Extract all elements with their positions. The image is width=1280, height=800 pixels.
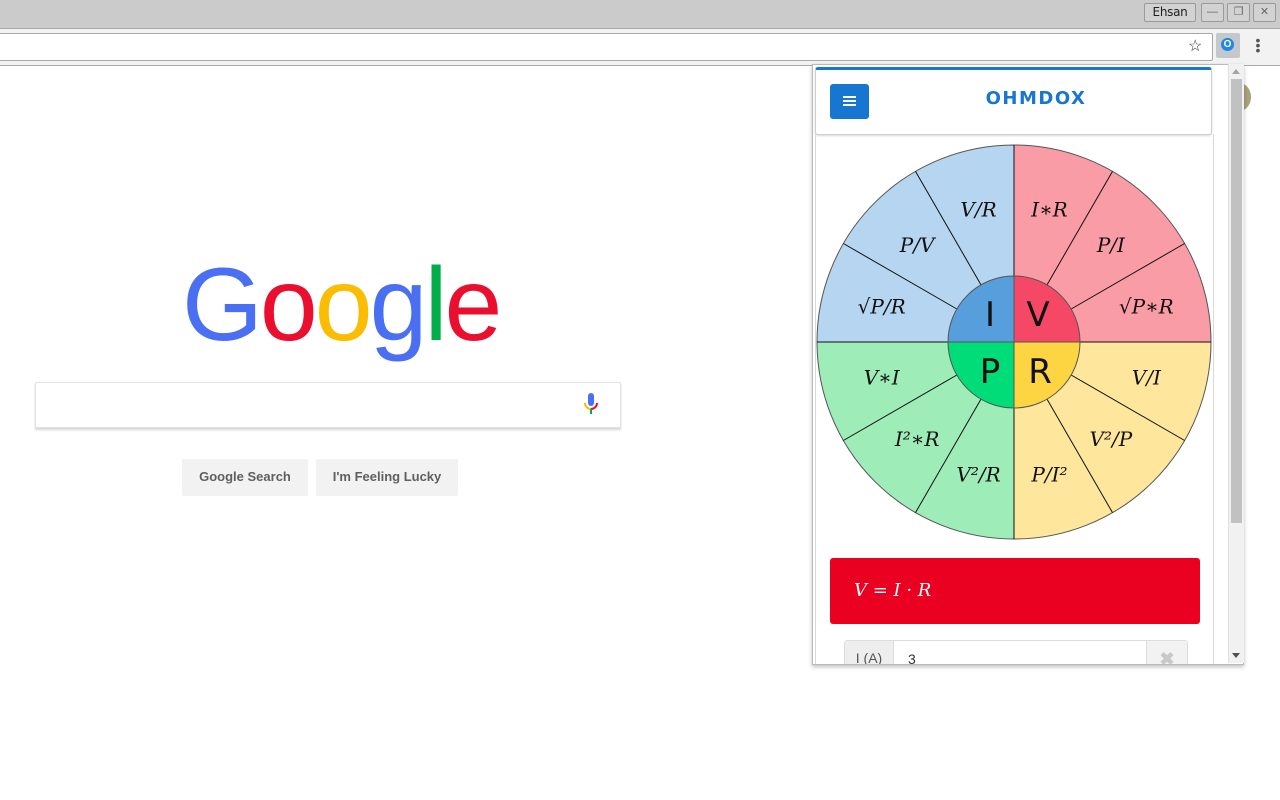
formula-v-2[interactable]: P/I [1096,233,1126,257]
logo-letter: G [182,247,263,363]
center-label-v[interactable]: V [1026,295,1049,335]
google-search-button[interactable]: Google Search [182,459,308,496]
center-label-p[interactable]: P [980,352,1001,392]
bookmark-star-icon[interactable]: ☆ [1188,36,1202,56]
formula-p-2[interactable]: I²∗R [894,427,940,451]
result-formula: V = I · R [854,580,932,601]
formula-p-1[interactable]: V∗I [864,365,901,389]
popup-body: V/R P/V √P/R I∗R P/I √P∗R V/I V²/P P/I² V∗I I²∗R V²… [815,134,1214,664]
center-label-r[interactable]: R [1028,352,1052,392]
current-input-label: I (A) [845,641,894,664]
logo-letter: o [259,247,318,363]
formula-v-1[interactable]: I∗R [1030,198,1068,222]
formula-r-3[interactable]: P/I² [1030,462,1067,486]
scroll-thumb[interactable] [1231,79,1242,523]
formula-i-1[interactable]: V/R [960,198,996,222]
current-input[interactable]: 3 [908,651,916,664]
hamburger-icon [843,96,856,98]
center-label-i[interactable]: I [985,295,995,335]
logo-letter: g [369,247,428,363]
app-title: OHMDOX [985,88,1087,109]
logo-letter: o [314,247,373,363]
feeling-lucky-button[interactable]: I'm Feeling Lucky [316,459,458,496]
hamburger-icon-bar [843,104,856,106]
ohmdox-extension-icon: O [1221,38,1234,51]
google-search-input[interactable] [35,382,621,428]
minimize-button[interactable]: — [1201,3,1224,22]
ohms-law-wheel: V/R P/V √P/R I∗R P/I √P∗R V/I V²/P P/I² V∗I I²∗R V²… [816,144,1212,540]
ohmdox-extension-button[interactable]: O [1216,33,1240,58]
restore-button[interactable]: ❐ [1227,3,1250,22]
address-bar[interactable] [0,33,1213,61]
browser-toolbar: ☆ O • • • [0,29,1280,66]
logo-letter: e [444,247,503,363]
close-window-button[interactable]: ✕ [1253,3,1276,22]
popup-header: OHMDOX [815,67,1212,135]
voice-search-mic-icon[interactable] [584,393,598,415]
hamburger-icon-bar [843,100,856,102]
profile-name-button[interactable]: Ehsan [1144,3,1196,22]
current-input-group: I (A) 3 ✖ [844,640,1188,664]
result-formula-panel: V = I · R [830,558,1200,624]
formula-r-2[interactable]: V²/P [1090,427,1133,451]
scroll-up-arrow-icon[interactable] [1232,69,1240,74]
menu-button[interactable] [830,84,869,119]
formula-r-1[interactable]: V/I [1132,365,1162,389]
formula-i-2[interactable]: P/V [899,233,937,257]
formula-p-3[interactable]: V²/R [956,462,1000,486]
ohmdox-popup: OHMDOX V/R P/V √P/R I∗R P/I √P∗R V/I V²/P P/I² V∗… [812,64,1244,665]
google-logo: Google [182,247,503,363]
formula-i-3[interactable]: √P/R [858,295,906,319]
formula-v-3[interactable]: √P∗R [1119,295,1174,319]
scroll-down-arrow-icon[interactable] [1232,653,1240,658]
logo-letter: l [424,247,447,363]
browser-menu-icon[interactable]: • • • [1255,33,1261,57]
window-titlebar: Ehsan — ❐ ✕ [0,0,1280,29]
clear-current-button[interactable]: ✖ [1146,641,1187,664]
popup-scrollbar[interactable] [1228,64,1244,663]
